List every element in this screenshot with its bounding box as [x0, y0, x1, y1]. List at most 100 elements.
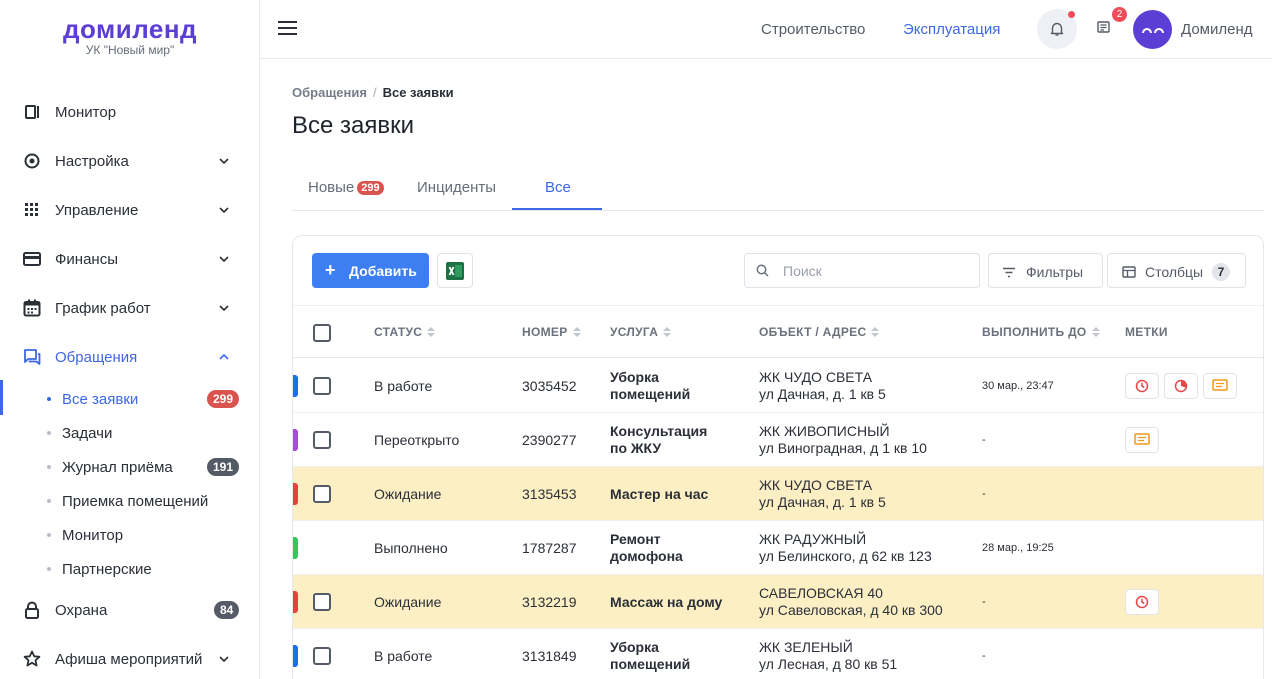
service-line: Ремонт: [610, 531, 661, 547]
sidebar-subitem-all-requests[interactable]: Все заявки 299: [0, 384, 259, 414]
mark-clock-icon[interactable]: [1125, 373, 1159, 399]
row-checkbox[interactable]: [313, 431, 331, 449]
sidebar-item-requests[interactable]: Обращения: [0, 337, 259, 377]
sidebar-subitem-tasks[interactable]: Задачи: [0, 418, 259, 448]
table-row[interactable]: В работе 3035452 Уборка помещений ЖК ЧУДО СВ…: [293, 359, 1263, 413]
mark-comment-icon[interactable]: [1203, 373, 1237, 399]
column-header-due[interactable]: ВЫПОЛНИТЬ ДО: [982, 325, 1100, 339]
column-header-status[interactable]: СТАТУС: [374, 325, 436, 339]
row-checkbox[interactable]: [313, 377, 331, 395]
bullet: [47, 533, 51, 537]
number-cell[interactable]: 2390277: [522, 432, 577, 448]
row-checkbox[interactable]: [313, 485, 331, 503]
column-header-service[interactable]: УСЛУГА: [610, 325, 672, 339]
username[interactable]: Домиленд: [1181, 21, 1253, 38]
table-row[interactable]: Ожидание 3132219 Массаж на дому САВЕЛОВСКАЯ…: [293, 575, 1263, 629]
status-cell: Ожидание: [374, 486, 442, 502]
requests-table-card: + Добавить Фильтры Столбцы 7 СТАТУС НОМЕ…: [292, 235, 1264, 679]
sidebar-subitem-label: Монитор: [62, 526, 124, 544]
service-line: помещений: [610, 386, 691, 402]
sort-icon: [427, 326, 436, 338]
status-color-bar: [293, 375, 298, 397]
columns-button[interactable]: Столбцы 7: [1107, 253, 1246, 288]
status-color-bar: [293, 537, 298, 559]
add-button[interactable]: + Добавить: [312, 253, 429, 288]
table-row[interactable]: Ожидание 3135453 Мастер на час ЖК ЧУДО СВЕТ…: [293, 467, 1263, 521]
avatar[interactable]: [1133, 10, 1172, 49]
nav-link-operations[interactable]: Эксплуатация: [903, 21, 1000, 38]
sidebar-item-management[interactable]: Управление: [0, 190, 259, 230]
chevron-down-icon: [218, 253, 230, 265]
service-line: помещений: [610, 656, 691, 672]
sidebar-subitem-reception-log[interactable]: Журнал приёма 191: [0, 452, 259, 482]
sidebar-item-label: Обращения: [55, 348, 138, 366]
sidebar-subitem-monitor[interactable]: Монитор: [0, 520, 259, 550]
column-header-label: НОМЕР: [522, 325, 568, 339]
address-cell: САВЕЛОВСКАЯ 40 ул Савеловская, д 40 кв 30…: [759, 585, 943, 619]
address-line: ул Белинского, д 62 кв 123: [759, 548, 932, 564]
columns-label: Столбцы: [1145, 264, 1204, 280]
service-cell: Массаж на дому: [610, 594, 740, 611]
bullet: [47, 465, 51, 469]
export-excel-button[interactable]: [437, 253, 473, 288]
due-cell: -: [982, 650, 986, 662]
nav-link-construction[interactable]: Строительство: [761, 21, 865, 38]
number-cell[interactable]: 3132219: [522, 594, 577, 610]
breadcrumb-parent[interactable]: Обращения: [292, 85, 367, 100]
mark-comment-icon[interactable]: [1125, 427, 1159, 453]
sidebar-item-settings[interactable]: Настройка: [0, 141, 259, 181]
table-row[interactable]: Выполнено 1787287 Ремонт домофона ЖК РАДУЖНЫ…: [293, 521, 1263, 575]
sidebar-item-security[interactable]: Охрана 84: [0, 590, 259, 630]
column-header-label: СТАТУС: [374, 325, 423, 339]
mark-clock-icon[interactable]: [1125, 589, 1159, 615]
sidebar-subitem-partners[interactable]: Партнерские: [0, 554, 259, 584]
filters-button[interactable]: Фильтры: [988, 253, 1103, 288]
tab-label: Новые: [308, 179, 355, 196]
sidebar: домиленд УК "Новый мир" Монитор Настройк…: [0, 0, 260, 679]
sidebar-item-schedule[interactable]: График работ: [0, 288, 259, 328]
count-badge: 191: [207, 458, 240, 476]
select-all-checkbox[interactable]: [313, 324, 331, 342]
tab-incidents[interactable]: Инциденты: [417, 179, 496, 196]
status-color-bar: [293, 429, 298, 451]
filter-icon: [1002, 265, 1016, 281]
row-checkbox[interactable]: [313, 593, 331, 611]
address-cell: ЖК ЗЕЛЕНЫЙ ул Лесная, д 80 кв 51: [759, 639, 897, 673]
logo[interactable]: домиленд УК "Новый мир": [55, 14, 205, 56]
object-name: ЖК ЧУДО СВЕТА: [759, 477, 873, 493]
sidebar-subitem-premises-acceptance[interactable]: Приемка помещений: [0, 486, 259, 516]
mark-timer-icon[interactable]: [1164, 373, 1198, 399]
number-cell[interactable]: 3035452: [522, 378, 577, 394]
notification-dot: [1068, 11, 1075, 18]
sidebar-item-events[interactable]: Афиша мероприятий: [0, 639, 259, 679]
search-field[interactable]: [744, 253, 980, 288]
tab-all[interactable]: Все: [545, 179, 571, 196]
star-icon: [22, 649, 42, 669]
sidebar-item-finance[interactable]: Финансы: [0, 239, 259, 279]
count-badge: 299: [207, 390, 240, 408]
table-row[interactable]: Переоткрыто 2390277 Консультация по ЖКУ ЖК Ж…: [293, 413, 1263, 467]
status-color-bar: [293, 645, 298, 667]
number-cell[interactable]: 3131849: [522, 648, 577, 664]
number-cell[interactable]: 1787287: [522, 540, 577, 556]
breadcrumb-separator: /: [372, 85, 377, 100]
row-checkbox[interactable]: [313, 647, 331, 665]
chevron-up-icon: [218, 351, 230, 363]
news-icon[interactable]: [1097, 21, 1113, 37]
object-name: САВЕЛОВСКАЯ 40: [759, 585, 883, 601]
column-header-number[interactable]: НОМЕР: [522, 325, 581, 339]
address-cell: ЖК ЧУДО СВЕТА ул Дачная, д. 1 кв 5: [759, 369, 886, 403]
menu-icon[interactable]: [278, 21, 298, 37]
table-row[interactable]: В работе 3131849 Уборка помещений ЖК ЗЕЛЕНЫЙ…: [293, 629, 1263, 679]
chevron-down-icon: [218, 302, 230, 314]
column-header-address[interactable]: ОБЪЕКТ / АДРЕС: [759, 325, 880, 339]
search-input[interactable]: [783, 262, 963, 280]
bullet: [47, 397, 51, 401]
tab-new[interactable]: Новые 299: [308, 179, 384, 196]
object-name: ЖК РАДУЖНЫЙ: [759, 531, 867, 547]
bullet: [47, 499, 51, 503]
status-color-bar: [293, 591, 298, 613]
object-name: ЖК ЗЕЛЕНЫЙ: [759, 639, 853, 655]
number-cell[interactable]: 3135453: [522, 486, 577, 502]
sidebar-item-monitor[interactable]: Монитор: [0, 92, 259, 132]
